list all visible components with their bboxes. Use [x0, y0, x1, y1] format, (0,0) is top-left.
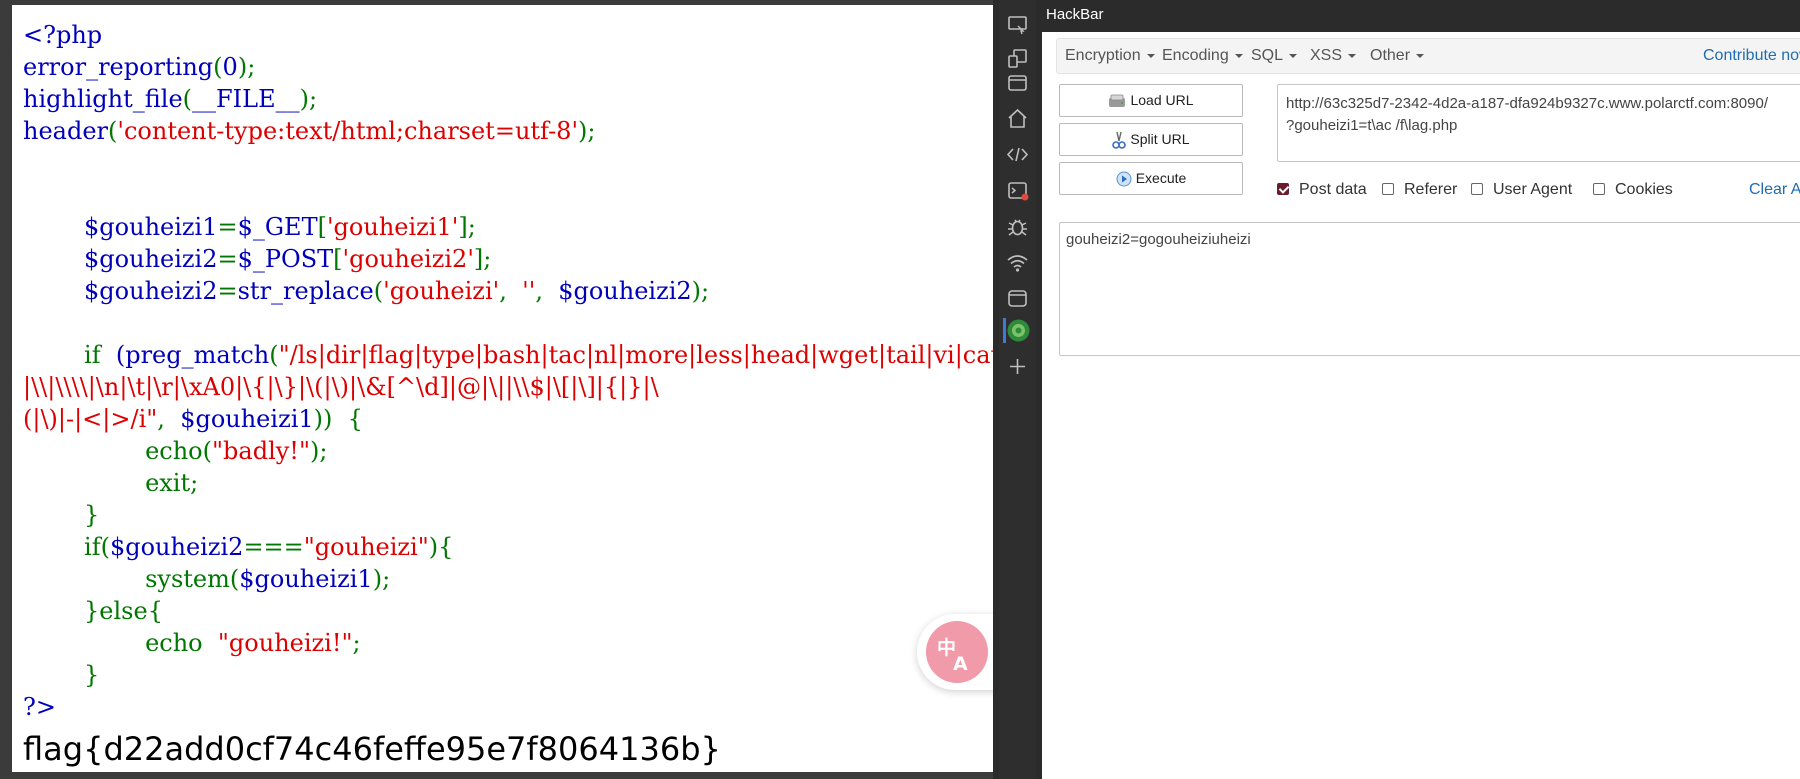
- code-line: error_reporting(0);: [23, 53, 256, 81]
- code-line: (|\)|-|<|>/i", $gouheizi1)) {: [23, 405, 363, 433]
- code-line: <?php: [23, 21, 103, 49]
- code-line: echo "gouheizi!";: [145, 629, 361, 657]
- code-line: highlight_file(__FILE__);: [23, 85, 318, 113]
- code-line: system($gouheizi1);: [145, 565, 391, 593]
- translate-icon: 中 A: [926, 621, 988, 683]
- hackbar-icon[interactable]: [1003, 316, 1032, 345]
- caret-down-icon: [1234, 53, 1243, 58]
- code-line: $gouheizi2=str_replace('gouheizi', '', $…: [84, 277, 710, 305]
- code-line: header('content-type:text/html;charset=u…: [23, 117, 596, 145]
- wifi-icon[interactable]: [1003, 248, 1032, 277]
- code-line: if (preg_match("/ls|dir|flag|type|bash|t…: [84, 341, 993, 369]
- execute-button[interactable]: Execute: [1059, 162, 1243, 195]
- screencast-icon[interactable]: [1003, 10, 1032, 39]
- split-url-button[interactable]: Split URL: [1059, 123, 1243, 156]
- request-options: Post data Referer User Agent Cookies Cle…: [1277, 181, 1800, 203]
- php-source: <?php error_reporting(0); highlight_file…: [23, 19, 993, 723]
- caret-down-icon: [1348, 53, 1357, 58]
- menu-sql[interactable]: SQL: [1251, 47, 1298, 65]
- caret-down-icon: [1416, 53, 1425, 58]
- translate-button[interactable]: 中 A: [917, 614, 993, 690]
- post-data-textarea[interactable]: gouheizi2=gogouheiziuheizi: [1059, 222, 1800, 356]
- code-line: }else{: [84, 597, 163, 625]
- checkbox-icon: [1471, 183, 1483, 195]
- console-icon[interactable]: [1003, 176, 1032, 205]
- home-icon[interactable]: [1003, 104, 1032, 133]
- checkbox-checked-icon: [1277, 183, 1289, 195]
- caret-down-icon: [1146, 53, 1155, 58]
- cookies-checkbox[interactable]: Cookies: [1593, 181, 1673, 199]
- contribute-link[interactable]: Contribute now!: [1703, 47, 1800, 65]
- code-line: }: [84, 501, 100, 529]
- devtools-dock: [993, 0, 1042, 779]
- hackbar-menu: Encryption Encoding SQL XSS Other Contri…: [1056, 38, 1800, 74]
- window-icon[interactable]: [1003, 68, 1032, 97]
- code-line: |\\|\\\\|\n|\t|\r|\xA0|\{|\}|\(|\)|\&[^\…: [23, 373, 659, 401]
- code-line: exit;: [145, 469, 199, 497]
- code-line: $gouheizi1=$_GET['gouheizi1'];: [84, 213, 476, 241]
- menu-xss[interactable]: XSS: [1310, 47, 1357, 65]
- code-line: $gouheizi2=$_POST['gouheizi2'];: [84, 245, 492, 273]
- menu-other[interactable]: Other: [1370, 47, 1425, 65]
- load-url-icon: [1109, 94, 1126, 108]
- code-icon[interactable]: [1003, 140, 1032, 169]
- scissors-icon: [1112, 132, 1127, 150]
- code-line: if($gouheizi2==="gouheizi"){: [84, 533, 454, 561]
- menu-encoding[interactable]: Encoding: [1162, 47, 1243, 65]
- user-agent-checkbox[interactable]: User Agent: [1471, 181, 1572, 199]
- checkbox-icon: [1382, 183, 1394, 195]
- page-content: <?php error_reporting(0); highlight_file…: [0, 0, 993, 779]
- bug-icon[interactable]: [1003, 212, 1032, 241]
- code-line: echo("badly!");: [145, 437, 328, 465]
- clear-all-link[interactable]: Clear All: [1749, 181, 1800, 199]
- hackbar-panel: HackBar Encryption Encoding SQL XSS Othe…: [1042, 0, 1800, 779]
- menu-encryption[interactable]: Encryption: [1065, 47, 1155, 65]
- hackbar-title: HackBar: [1042, 0, 1800, 32]
- caret-down-icon: [1289, 53, 1298, 58]
- svg-text:A: A: [953, 653, 968, 675]
- code-line: ?>: [23, 693, 56, 721]
- code-line: }: [84, 661, 100, 689]
- application-icon[interactable]: [1003, 284, 1032, 313]
- play-icon: [1116, 171, 1132, 187]
- post-data-checkbox[interactable]: Post data: [1277, 181, 1367, 199]
- load-url-button[interactable]: Load URL: [1059, 84, 1243, 117]
- checkbox-icon: [1593, 183, 1605, 195]
- referer-checkbox[interactable]: Referer: [1382, 181, 1457, 199]
- url-textarea[interactable]: http://63c325d7-2342-4d2a-a187-dfa924b93…: [1277, 84, 1800, 162]
- add-icon[interactable]: [1003, 352, 1032, 381]
- flag-output: flag{d22add0cf74c46feffe95e7f8064136b}: [23, 730, 721, 768]
